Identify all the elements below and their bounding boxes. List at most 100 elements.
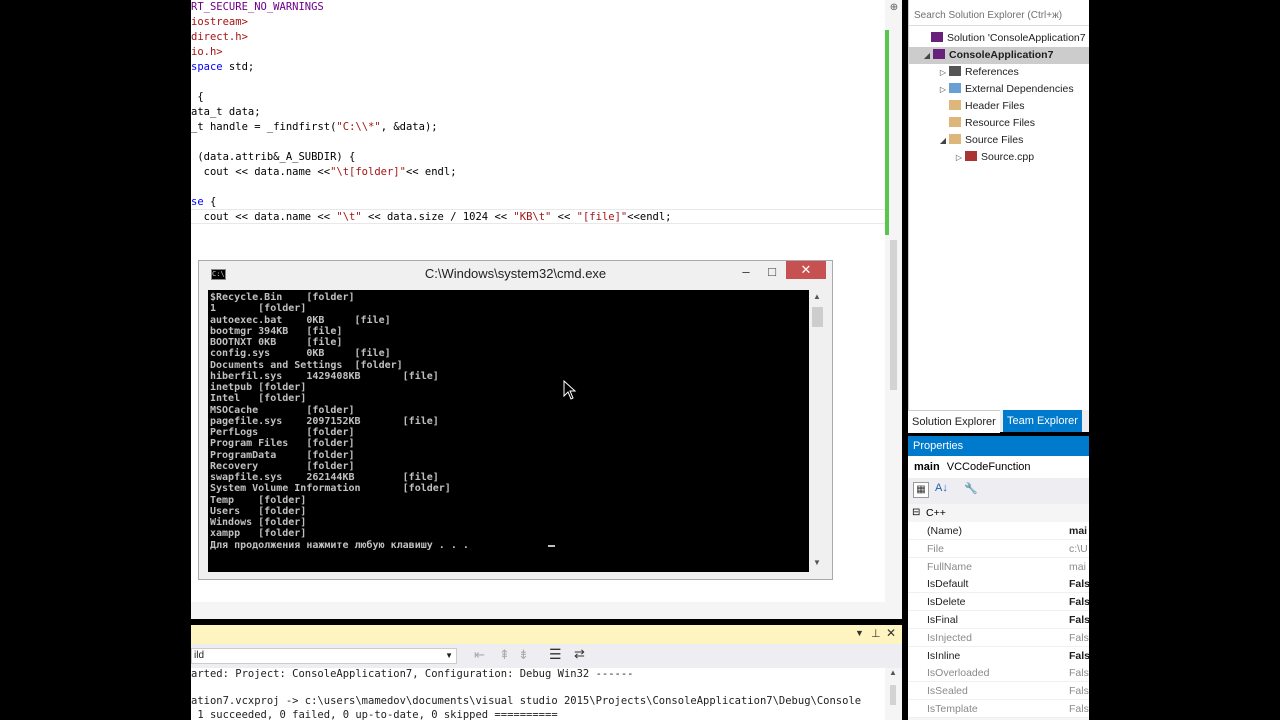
categorized-icon[interactable]: ▦ — [913, 482, 929, 498]
tree-item[interactable]: Header Files — [937, 98, 1025, 115]
console-line: Documents and Settings [folder] — [210, 359, 403, 371]
editor-scroll-thumb[interactable] — [890, 240, 897, 390]
category-cpp[interactable]: ⊟ C++ — [908, 504, 1089, 522]
output-source-value: ild — [194, 650, 205, 661]
close-button[interactable]: ✕ — [786, 261, 826, 279]
tree-item[interactable]: ◢ Source Files — [937, 132, 1023, 149]
code-token: direct.h> — [191, 31, 248, 43]
output-text[interactable]: arted: Project: ConsoleApplication7, Con… — [191, 668, 902, 720]
solution-explorer: Search Solution Explorer (Ctrl+ж) Soluti… — [908, 0, 1089, 432]
tab-solution-explorer[interactable]: Solution Explorer — [908, 410, 1000, 433]
scroll-down-icon[interactable]: ▼ — [813, 558, 821, 567]
tree-item[interactable]: Solution 'ConsoleApplication7 — [919, 30, 1086, 47]
folder-icon — [949, 100, 961, 110]
console-line: autoexec.bat 0KB [file] — [210, 314, 391, 326]
output-scrollbar[interactable]: ▲ — [885, 668, 902, 720]
cmd-title-bar[interactable]: C:\ C:\Windows\system32\cmd.exe – □ ✕ — [199, 261, 832, 289]
property-row[interactable]: IsOverloaded Fals — [908, 664, 1089, 683]
expanded-arrow-icon[interactable]: ◢ — [921, 47, 933, 64]
tree-item[interactable]: Resource Files — [937, 115, 1035, 132]
folder-icon — [949, 134, 961, 144]
code-line[interactable]: _t handle = _findfirst("C:\\*", &data); — [191, 120, 438, 135]
tree-item[interactable]: ◢ ConsoleApplication7 — [921, 47, 1053, 64]
cmd-scroll-thumb[interactable] — [812, 307, 823, 327]
code-line[interactable]: ata_t data; — [191, 105, 261, 120]
code-line[interactable]: cout << data.name << "\t" << data.size /… — [191, 210, 672, 225]
code-token: RT_SECURE_NO_WARNINGS — [191, 1, 324, 13]
code-token: data; — [222, 106, 261, 118]
collapsed-arrow-icon[interactable]: ▷ — [953, 149, 965, 166]
cpp-file-icon — [965, 151, 977, 161]
console-output[interactable]: $Recycle.Bin [folder] 1 [folder] autoexec.… — [208, 290, 809, 572]
code-line[interactable]: se { — [191, 195, 216, 210]
code-line[interactable]: space std; — [191, 60, 254, 75]
code-line[interactable]: { — [191, 90, 203, 105]
code-line[interactable]: iostream> — [191, 15, 248, 30]
code-token: io.h> — [191, 46, 223, 58]
collapsed-arrow-icon[interactable]: ▷ — [937, 81, 949, 98]
code-token: std; — [222, 61, 255, 73]
property-row[interactable]: File c:\U — [908, 539, 1089, 558]
console-line: Intel [folder] — [210, 393, 307, 405]
find-message-icon[interactable]: ⇤ — [474, 647, 485, 663]
split-editor-icon[interactable]: ⊕ — [888, 2, 900, 14]
external-deps-icon — [949, 83, 961, 93]
property-row[interactable]: IsInjected Fals — [908, 628, 1089, 647]
property-row[interactable]: IsInline Fals — [908, 646, 1089, 665]
property-row[interactable]: IsDefault Fals — [908, 575, 1089, 594]
code-line[interactable]: RT_SECURE_NO_WARNINGS — [191, 0, 324, 15]
maximize-button[interactable]: □ — [759, 263, 785, 281]
solution-search-input[interactable]: Search Solution Explorer (Ctrl+ж) — [909, 6, 1089, 26]
object-name: main — [914, 461, 940, 473]
code-line[interactable]: cout << data.name <<"\t[folder]"<< endl; — [191, 165, 457, 180]
output-source-select[interactable]: ild ▼ — [191, 648, 457, 664]
console-line: System Volume Information [folder] — [210, 483, 451, 495]
prev-message-icon[interactable]: ⇞ — [499, 647, 510, 663]
scroll-up-icon[interactable]: ▲ — [889, 668, 897, 677]
tree-item-label: Solution 'ConsoleApplication7 — [947, 32, 1086, 44]
cmd-scrollbar[interactable]: ▲ ▼ — [810, 290, 826, 572]
tree-item[interactable]: ▷ References — [937, 64, 1019, 81]
property-row[interactable]: IsFinal Fals — [908, 611, 1089, 629]
code-token: iostream> — [191, 16, 248, 28]
property-row[interactable]: IsTemplate Fals — [908, 700, 1089, 718]
minimize-button[interactable]: – — [733, 263, 759, 281]
property-pages-icon[interactable]: 🔧 — [964, 482, 978, 495]
object-type: VCCodeFunction — [946, 461, 1031, 473]
code-line[interactable]: io.h> — [191, 45, 223, 60]
close-panel-icon[interactable]: ✕ — [886, 626, 896, 640]
code-line[interactable]: direct.h> — [191, 30, 248, 45]
expanded-arrow-icon[interactable]: ◢ — [937, 132, 949, 149]
properties-object-selector[interactable]: main VCCodeFunction — [908, 456, 1089, 478]
alphabetical-icon[interactable]: A↓ — [935, 482, 948, 494]
collapsed-arrow-icon[interactable]: ▷ — [937, 64, 949, 81]
property-row[interactable]: FullName mai — [908, 557, 1089, 576]
code-token: handle = _findfirst( — [203, 121, 337, 133]
property-row[interactable]: IsSealed Fals — [908, 682, 1089, 701]
tree-item[interactable]: ▷ Source.cpp — [953, 149, 1034, 166]
code-token: , &data); — [380, 121, 438, 133]
tab-team-explorer[interactable]: Team Explorer — [1003, 410, 1082, 432]
property-name: IsFinal — [927, 614, 958, 626]
property-row[interactable]: IsDelete Fals — [908, 593, 1089, 612]
editor-horizontal-scrollbar[interactable] — [191, 602, 902, 619]
clear-all-icon[interactable]: ☰ — [549, 646, 562, 663]
code-token: (data.attrib&_A_SUBDIR) { — [191, 151, 356, 163]
pin-icon[interactable]: ⊥ — [871, 627, 881, 640]
cmd-window[interactable]: C:\ C:\Windows\system32\cmd.exe – □ ✕ $R… — [198, 260, 833, 580]
dropdown-icon[interactable]: ▼ — [855, 628, 864, 638]
code-token: se — [191, 196, 204, 208]
output-scroll-thumb[interactable] — [890, 685, 896, 705]
property-value: mai — [1069, 525, 1088, 537]
scroll-up-icon[interactable]: ▲ — [813, 292, 821, 301]
console-line: Recovery [folder] — [210, 460, 355, 472]
property-name: IsInline — [927, 649, 961, 662]
word-wrap-icon[interactable]: ⇄ — [574, 646, 585, 662]
code-token: "KB\t" — [513, 211, 552, 223]
tree-item[interactable]: ▷ External Dependencies — [937, 81, 1074, 98]
collapse-icon[interactable]: ⊟ — [912, 504, 920, 522]
console-line: Для продолжения нажмите любую клавишу . … — [210, 539, 469, 551]
next-message-icon[interactable]: ⇟ — [518, 647, 529, 663]
property-row[interactable]: (Name) mai — [908, 522, 1089, 540]
code-line[interactable]: (data.attrib&_A_SUBDIR) { — [191, 150, 355, 165]
